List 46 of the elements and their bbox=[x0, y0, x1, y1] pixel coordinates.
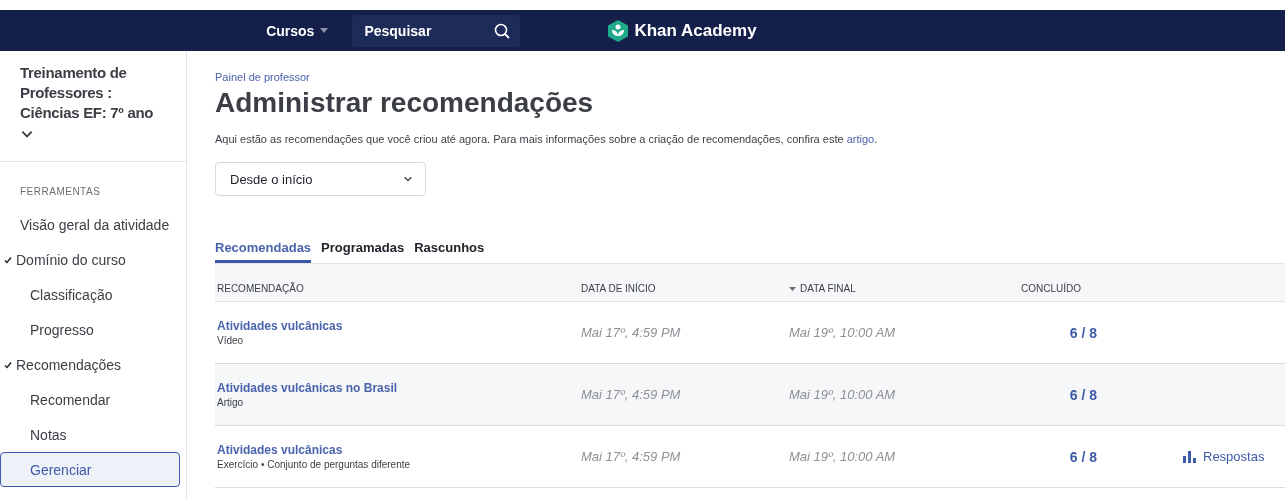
content-type: Vídeo bbox=[217, 335, 245, 346]
completed-count: 6 / 8 bbox=[1068, 448, 1097, 465]
courses-menu[interactable]: Cursos bbox=[260, 21, 335, 40]
sidebar-item[interactable]: Classificação bbox=[0, 277, 186, 312]
sidebar-item[interactable]: Recomendar bbox=[0, 382, 186, 417]
column-header: RECOMENDAÇÃO bbox=[217, 283, 305, 294]
caret-icon bbox=[320, 28, 329, 33]
content-type: Exercício • Conjunto de perguntas diferente bbox=[217, 459, 412, 470]
search-icon bbox=[494, 22, 511, 39]
search-input[interactable]: Pesquisar bbox=[362, 21, 495, 40]
sort-arrow-icon bbox=[789, 286, 796, 291]
class-title: Treinamento de Professores : Ciências EF: 7º ano bbox=[19, 63, 155, 123]
end-date: Mai 19º, 10:00 AM bbox=[789, 325, 897, 340]
chevron-down-icon bbox=[403, 174, 413, 184]
end-date: Mai 19º, 10:00 AM bbox=[789, 387, 897, 402]
recommendation-link[interactable]: Atividades vulcânicas bbox=[217, 319, 581, 333]
completed-count: 6 / 8 bbox=[1068, 386, 1097, 403]
column-header[interactable]: DATA FINAL bbox=[789, 283, 985, 294]
tab[interactable]: Rascunhos bbox=[414, 240, 485, 263]
start-date: Mai 17º, 4:59 PM bbox=[581, 325, 682, 340]
end-date: Mai 19º, 10:00 AM bbox=[789, 449, 897, 464]
sidebar-item[interactable]: Domínio do curso bbox=[0, 242, 186, 277]
page-title: Administrar recomendações bbox=[215, 87, 595, 119]
bar-chart-icon bbox=[1183, 450, 1197, 463]
recommendation-link[interactable]: Atividades vulcânicas bbox=[217, 443, 581, 457]
column-header: CONCLUÍDO bbox=[1020, 283, 1082, 294]
completed-count: 6 / 8 bbox=[1068, 324, 1097, 341]
sidebar-item[interactable]: Visão geral da atividade bbox=[0, 207, 186, 242]
search-field[interactable]: Pesquisar bbox=[352, 14, 521, 47]
tab[interactable]: Programadas bbox=[321, 240, 405, 263]
responses-button[interactable]: Respostas bbox=[1177, 448, 1271, 465]
sidebar-item[interactable]: Recomendações bbox=[0, 347, 186, 382]
start-date: Mai 17º, 4:59 PM bbox=[581, 449, 682, 464]
breadcrumb-link[interactable]: Painel de professor bbox=[215, 71, 310, 83]
content-type: Artigo bbox=[217, 397, 245, 408]
sidebar-item[interactable]: Notas bbox=[0, 417, 186, 452]
recommendation-link[interactable]: Atividades vulcânicas no Brasil bbox=[217, 381, 581, 395]
section-label: FERRAMENTAS bbox=[0, 161, 186, 207]
sidebar-item[interactable]: Progresso bbox=[0, 312, 186, 347]
sidebar-item[interactable]: Gerenciar bbox=[0, 452, 180, 487]
period-dropdown[interactable]: Desde o início bbox=[215, 162, 426, 196]
start-date: Mai 17º, 4:59 PM bbox=[581, 387, 682, 402]
logo-text[interactable]: Khan Academy bbox=[634, 20, 757, 41]
intro-text: Aqui estão as recomendações que você criou até agora. Para mais informações sobre a criação de recomendações, confira este artigo. bbox=[215, 133, 879, 145]
leaf-logo-icon bbox=[608, 19, 629, 42]
column-header: DATA DE INÍCIO bbox=[581, 283, 657, 294]
